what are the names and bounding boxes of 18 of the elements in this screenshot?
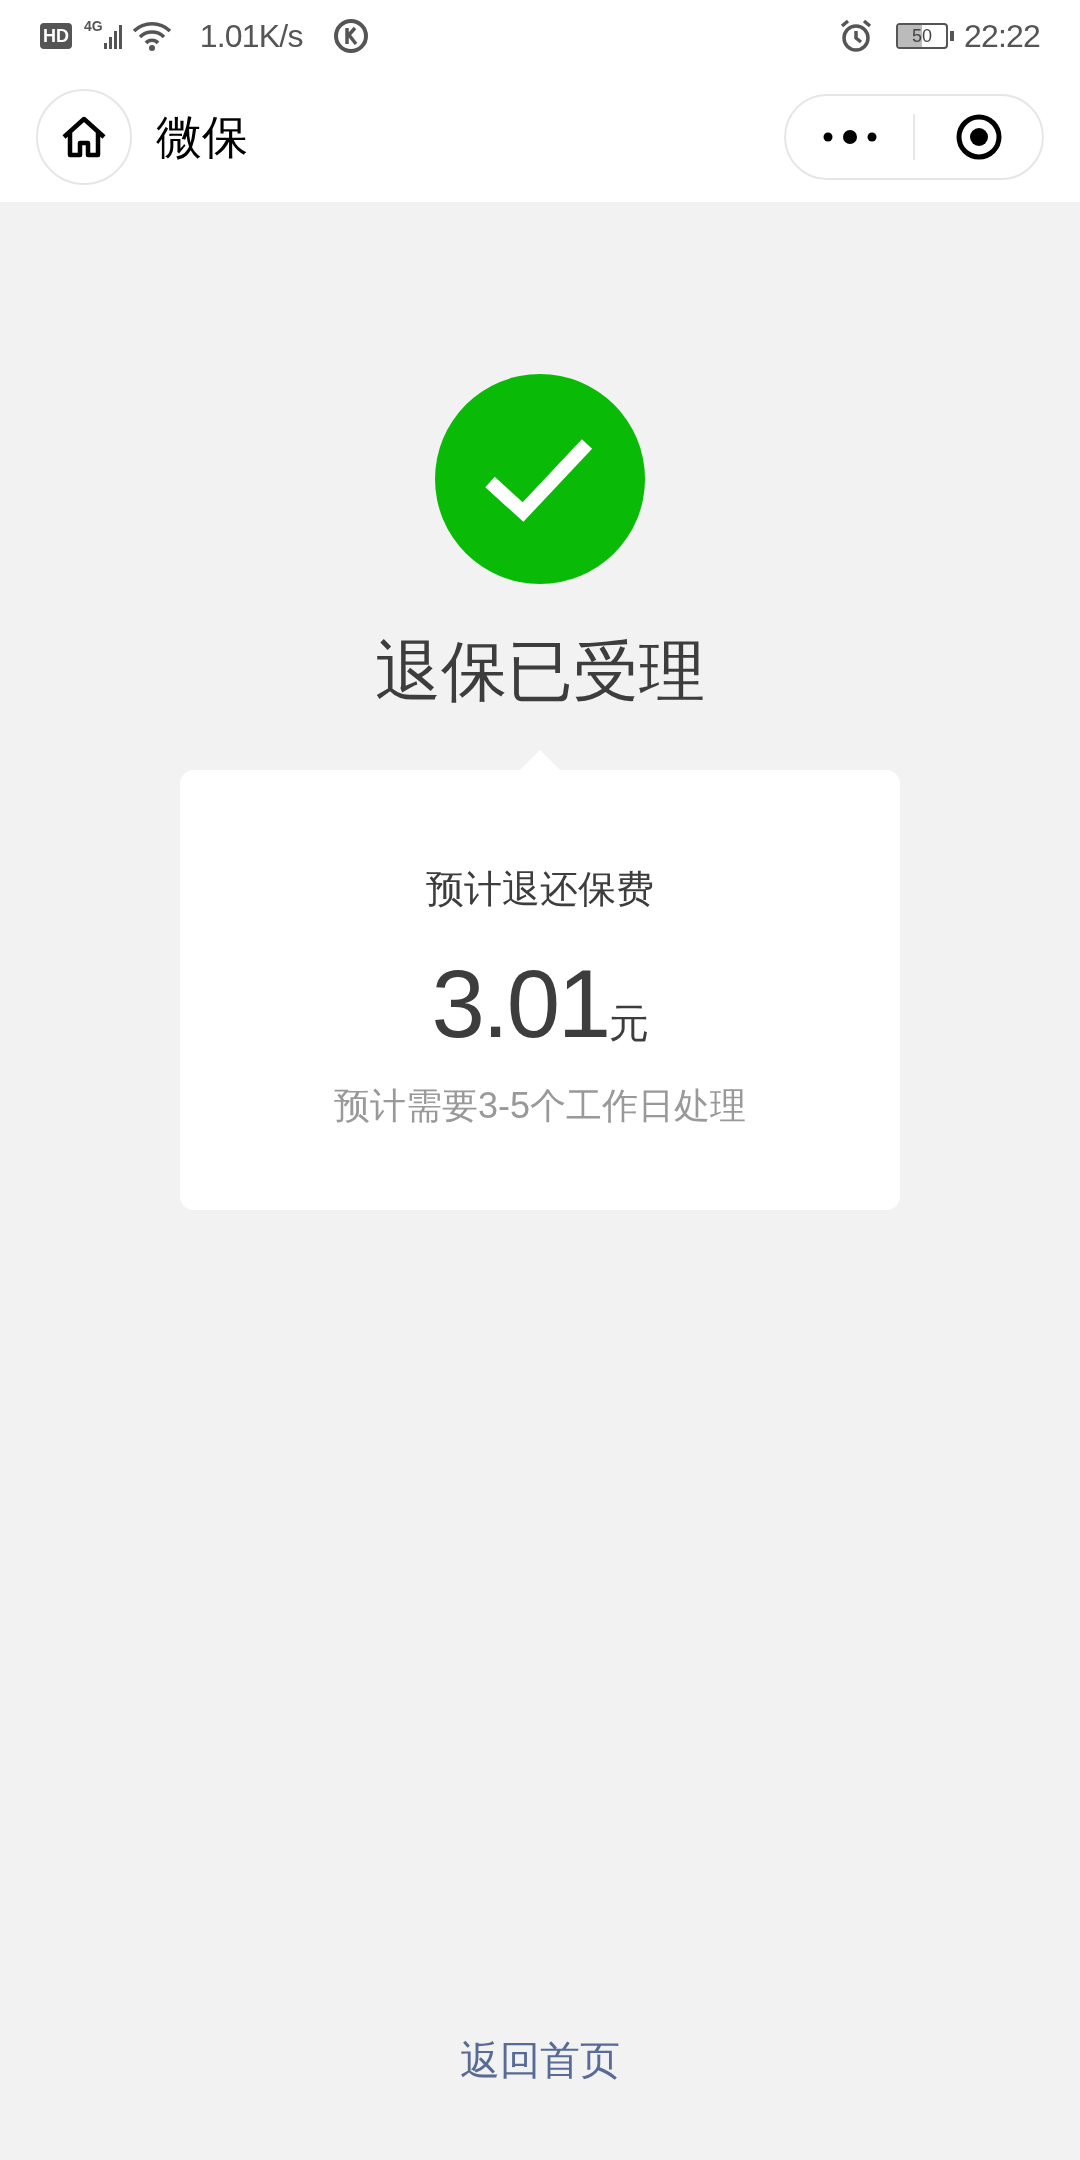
- k-circle-icon: [332, 18, 369, 54]
- refund-label: 预计退还保费: [426, 870, 654, 908]
- clock-text: 22:22: [963, 17, 1040, 56]
- network-speed-text: 1.01K/s: [199, 17, 303, 56]
- more-icon: [822, 129, 877, 145]
- success-check-icon: [435, 374, 645, 584]
- back-home-link[interactable]: 返回首页: [460, 2030, 620, 2090]
- result-title: 退保已受理: [375, 638, 705, 704]
- currency-unit: 元: [608, 1003, 649, 1043]
- target-icon: [954, 113, 1003, 161]
- wifi-icon: [131, 21, 172, 51]
- home-icon: [61, 116, 107, 158]
- page-title: 微保: [156, 109, 248, 165]
- processing-note: 预计需要3-5个工作日处理: [334, 1088, 746, 1124]
- network-type-text: 4G: [84, 17, 103, 36]
- signal-icon: [103, 23, 124, 49]
- refund-amount: 3.01: [431, 956, 609, 1052]
- hd-icon: HD: [40, 23, 72, 49]
